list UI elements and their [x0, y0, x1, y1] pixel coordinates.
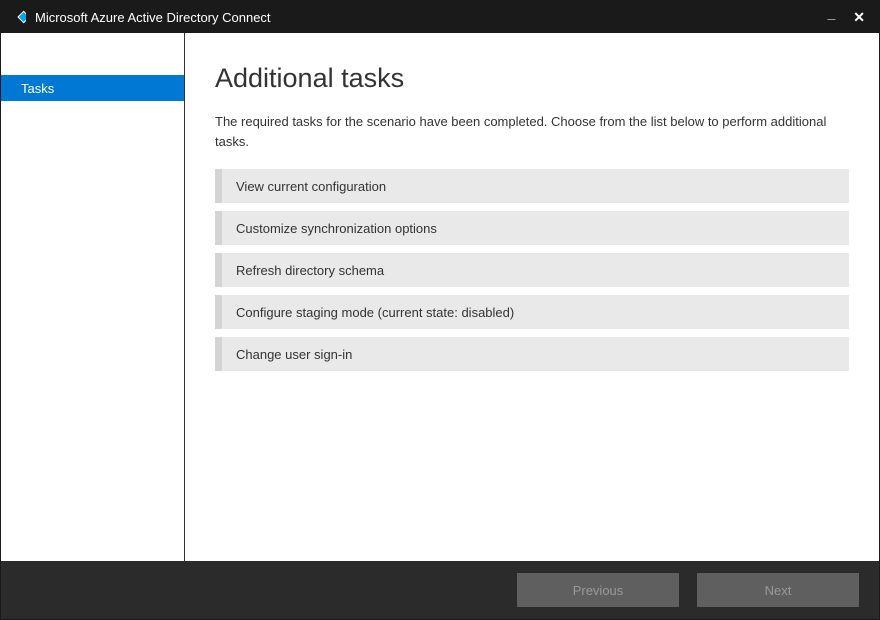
task-label: Refresh directory schema — [236, 263, 384, 278]
main-panel: Additional tasks The required tasks for … — [185, 33, 879, 561]
previous-button[interactable]: Previous — [517, 573, 679, 607]
task-view-config[interactable]: View current configuration — [215, 169, 849, 203]
footer: Previous Next — [1, 561, 879, 619]
sidebar: Tasks — [1, 33, 185, 561]
task-label: Customize synchronization options — [236, 221, 437, 236]
titlebar: Microsoft Azure Active Directory Connect… — [1, 1, 879, 33]
task-staging-mode[interactable]: Configure staging mode (current state: d… — [215, 295, 849, 329]
page-title: Additional tasks — [215, 63, 849, 94]
page-description: The required tasks for the scenario have… — [215, 112, 849, 151]
task-change-signin[interactable]: Change user sign-in — [215, 337, 849, 371]
close-icon[interactable]: ✕ — [853, 9, 865, 26]
sidebar-item-label: Tasks — [21, 81, 54, 96]
task-refresh-schema[interactable]: Refresh directory schema — [215, 253, 849, 287]
task-label: Change user sign-in — [236, 347, 352, 362]
next-button[interactable]: Next — [697, 573, 859, 607]
task-list: View current configuration Customize syn… — [215, 169, 849, 371]
sidebar-item-tasks[interactable]: Tasks — [1, 75, 184, 101]
window-controls: _ ✕ — [827, 9, 865, 26]
window-title: Microsoft Azure Active Directory Connect — [35, 10, 827, 25]
task-label: Configure staging mode (current state: d… — [236, 305, 514, 320]
app-icon — [9, 8, 27, 26]
task-label: View current configuration — [236, 179, 386, 194]
task-customize-sync[interactable]: Customize synchronization options — [215, 211, 849, 245]
content-area: Tasks Additional tasks The required task… — [1, 33, 879, 561]
minimize-icon[interactable]: _ — [827, 5, 835, 22]
